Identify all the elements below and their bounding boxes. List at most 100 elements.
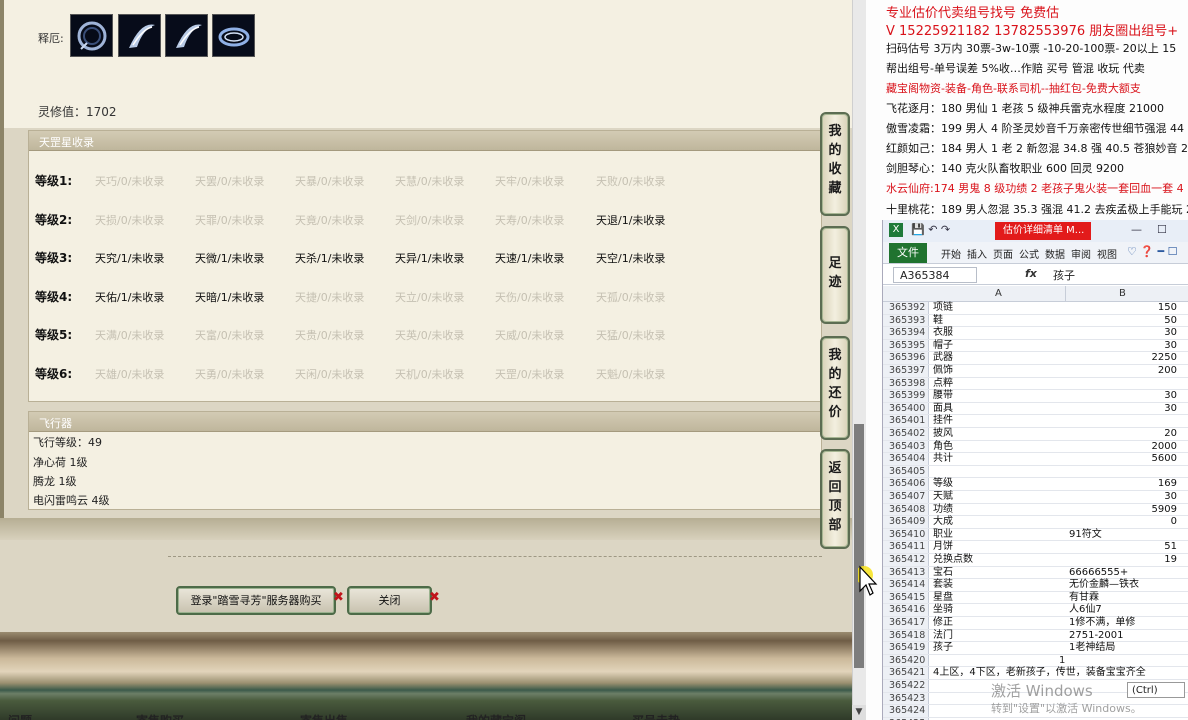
star-entry[interactable]: 天雄/0/未收录 — [95, 366, 164, 382]
cell-b[interactable]: 30 — [1164, 340, 1177, 352]
star-entry[interactable]: 天异/1/未收录 — [395, 250, 464, 266]
cell-b[interactable]: 30 — [1164, 491, 1177, 503]
cell-b[interactable]: 5600 — [1152, 453, 1177, 465]
row-number[interactable]: 365423 — [889, 693, 925, 705]
sheet-row[interactable]: 365397 佩饰 200 — [883, 365, 1188, 378]
star-entry[interactable]: 天威/0/未收录 — [495, 327, 564, 343]
sheet-row[interactable]: 365415 星盘 有甘霖 — [883, 592, 1188, 605]
login-buy-button[interactable]: 登录"踏雪寻芳"服务器购买 — [176, 586, 336, 615]
cell-a[interactable]: 共计 — [933, 453, 953, 465]
row-number[interactable]: 365409 — [889, 516, 925, 528]
sheet-row[interactable]: 365414 套装 无价金麟—铁衣 — [883, 579, 1188, 592]
cell-b[interactable]: 5909 — [1152, 504, 1177, 516]
row-number[interactable]: 365395 — [889, 340, 925, 352]
star-entry[interactable]: 天魁/0/未收录 — [596, 366, 665, 382]
row-number[interactable]: 365396 — [889, 352, 925, 364]
star-entry[interactable]: 天剑/0/未收录 — [395, 212, 464, 228]
sheet-row[interactable]: 365405 — [883, 466, 1188, 479]
sheet-row[interactable]: 365413 宝石 66666555+ — [883, 567, 1188, 580]
cell-a[interactable]: 鞋 — [933, 315, 943, 327]
cell-b[interactable]: 50 — [1164, 315, 1177, 327]
footer-nav-price-trend[interactable]: 买号走势 — [632, 712, 680, 720]
row-number[interactable]: 365412 — [889, 554, 925, 566]
close-x-icon[interactable]: ✖ — [333, 590, 344, 605]
cell-b[interactable]: 2250 — [1152, 352, 1177, 364]
row-number[interactable]: 365413 — [889, 567, 925, 579]
cell-a[interactable]: 坐骑 — [933, 604, 953, 616]
footer-nav-consign-sell[interactable]: 寄售出售 — [300, 712, 348, 720]
star-entry[interactable]: 天杀/1/未收录 — [295, 250, 364, 266]
close-button[interactable]: 关闭 — [347, 586, 432, 615]
row-number[interactable]: 365422 — [889, 680, 925, 692]
star-entry[interactable]: 天究/1/未收录 — [95, 250, 164, 266]
cell-b[interactable]: 66666555+ — [1069, 567, 1128, 579]
tab-insert[interactable]: 插入 — [967, 246, 987, 261]
star-entry[interactable]: 天竟/0/未收录 — [295, 212, 364, 228]
cell-a[interactable]: 衣服 — [933, 327, 953, 339]
sheet-row[interactable]: 365410 职业 91符文 — [883, 529, 1188, 542]
relic-crescent-icon[interactable] — [165, 14, 208, 57]
help-icon[interactable]: ♡ ❓ ━ ☐ — [1127, 245, 1178, 258]
relic-ring-icon[interactable] — [70, 14, 113, 57]
row-number[interactable]: 365393 — [889, 315, 925, 327]
row-number[interactable]: 365403 — [889, 441, 925, 453]
sheet-row[interactable]: 365398 点粹 — [883, 378, 1188, 391]
minimize-icon[interactable]: — — [1131, 223, 1142, 236]
row-number[interactable]: 365419 — [889, 642, 925, 654]
cell-b[interactable]: 2000 — [1152, 441, 1177, 453]
side-tab-back-to-top[interactable]: 返回顶部 — [820, 449, 850, 549]
cell-a[interactable]: 腰带 — [933, 390, 953, 402]
star-entry[interactable]: 天巧/0/未收录 — [95, 173, 164, 189]
row-number[interactable]: 365410 — [889, 529, 925, 541]
cell-b[interactable]: 人6仙7 — [1069, 604, 1102, 616]
sheet-row[interactable]: 365421 4上区，4下区，老新孩子，传世，装备宝宝齐全 — [883, 667, 1188, 680]
cell-a[interactable]: 星盘 — [933, 592, 953, 604]
cell-a[interactable]: 4上区，4下区，老新孩子，传世，装备宝宝齐全 — [933, 667, 1146, 679]
sheet-row[interactable]: 365403 角色 2000 — [883, 441, 1188, 454]
cell-a[interactable]: 法门 — [933, 630, 953, 642]
row-number[interactable]: 365397 — [889, 365, 925, 377]
row-number[interactable]: 365421 — [889, 667, 925, 679]
sheet-row[interactable]: 365420 1 — [883, 655, 1188, 668]
tab-view[interactable]: 视图 — [1097, 246, 1117, 261]
star-entry[interactable]: 天空/1/未收录 — [596, 250, 665, 266]
sheet-row[interactable]: 365406 等级 169 — [883, 478, 1188, 491]
tab-data[interactable]: 数据 — [1045, 246, 1065, 261]
cell-b[interactable]: 30 — [1164, 327, 1177, 339]
row-number[interactable]: 365417 — [889, 617, 925, 629]
row-number[interactable]: 365420 — [889, 655, 925, 667]
tab-page-layout[interactable]: 页面 — [993, 246, 1013, 261]
star-entry[interactable]: 天退/1/未收录 — [596, 212, 665, 228]
cell-a[interactable]: 面具 — [933, 403, 953, 415]
cell-b[interactable]: 1老神结局 — [1069, 642, 1115, 654]
scroll-down-icon[interactable]: ▼ — [852, 705, 866, 720]
tab-formulas[interactable]: 公式 — [1019, 246, 1039, 261]
cell-a[interactable]: 项链 — [933, 302, 953, 314]
cell-a[interactable]: 职业 — [933, 529, 953, 541]
sheet-row[interactable]: 365393 鞋 50 — [883, 315, 1188, 328]
sheet-row[interactable]: 365409 大成 0 — [883, 516, 1188, 529]
row-number[interactable]: 365401 — [889, 415, 925, 427]
star-entry[interactable]: 天暴/0/未收录 — [295, 173, 364, 189]
side-tab-my-favorites[interactable]: 我的收藏 — [820, 112, 850, 216]
cell-b[interactable]: 19 — [1164, 554, 1177, 566]
row-number[interactable]: 365400 — [889, 403, 925, 415]
row-number[interactable]: 365415 — [889, 592, 925, 604]
sheet-row[interactable]: 365395 帽子 30 — [883, 340, 1188, 353]
sheet-row[interactable]: 365399 腰带 30 — [883, 390, 1188, 403]
maximize-icon[interactable]: ☐ — [1157, 223, 1167, 236]
star-entry[interactable]: 天微/1/未收录 — [195, 250, 264, 266]
sheet-row[interactable]: 365394 衣服 30 — [883, 327, 1188, 340]
row-number[interactable]: 365411 — [889, 541, 925, 553]
cell-a[interactable]: 大成 — [933, 516, 953, 528]
sheet-row[interactable]: 365407 天赋 30 — [883, 491, 1188, 504]
name-box[interactable]: A365384 — [893, 267, 977, 283]
row-number[interactable]: 365398 — [889, 378, 925, 390]
row-number[interactable]: 365404 — [889, 453, 925, 465]
cell-b[interactable]: 2751-2001 — [1069, 630, 1124, 642]
sheet-row[interactable]: 365404 共计 5600 — [883, 453, 1188, 466]
star-entry[interactable]: 天牢/0/未收录 — [495, 173, 564, 189]
sheet-row[interactable]: 365418 法门 2751-2001 — [883, 630, 1188, 643]
row-number[interactable]: 365394 — [889, 327, 925, 339]
cell-a[interactable]: 套装 — [933, 579, 953, 591]
